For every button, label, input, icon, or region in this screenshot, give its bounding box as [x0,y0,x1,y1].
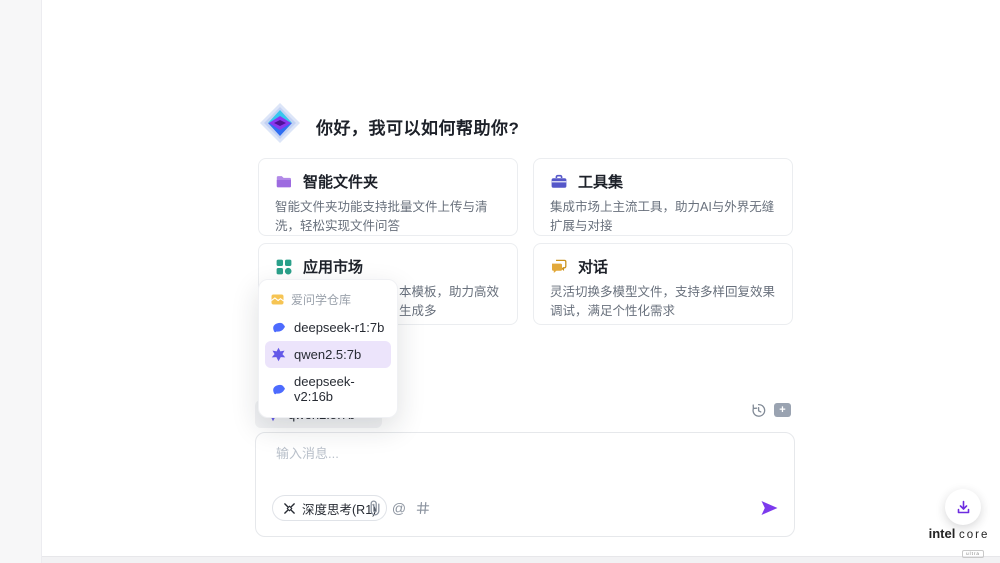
history-button[interactable] [749,401,767,419]
card-title: 对话 [578,256,608,277]
qwen-icon [271,347,286,362]
toolset-icon [550,173,568,191]
dropdown-item-deepseek-v2[interactable]: deepseek-v2:16b [265,368,391,410]
send-icon [760,499,779,517]
message-input[interactable] [276,446,756,461]
app-window: 你好，我可以如何帮助你? 智能文件夹 智能文件夹功能支持批量文件上传与清洗，轻松… [0,0,1000,563]
mention-button[interactable]: @ [390,499,408,517]
model-dropdown-header: 爱问学仓库 [265,287,391,314]
deep-think-icon [283,502,296,515]
message-composer: 深度思考(R1) @ [255,432,795,537]
core-wordmark: core [959,529,989,541]
plus-icon: + [779,405,785,416]
download-icon [955,499,972,516]
card-title: 智能文件夹 [303,171,378,192]
card-desc: 灵活切换多模型文件，支持多样回复效果调试，满足个性化需求 [550,283,776,322]
download-button[interactable] [945,489,981,525]
smart-folder-icon [275,173,293,191]
intel-wordmark: intel [929,526,956,541]
intel-badge: ultra [962,550,984,558]
card-dialog[interactable]: 对话 灵活切换多模型文件，支持多样回复效果调试，满足个性化需求 [533,243,793,325]
intel-core-logo: intel core ultra [928,527,990,560]
card-title: 应用市场 [303,256,363,277]
deepseek-icon [271,320,286,335]
repo-icon [271,294,284,305]
dropdown-item-label: qwen2.5:7b [294,347,361,362]
bottom-edge-strip [0,556,1000,563]
card-title: 工具集 [578,171,623,192]
dropdown-item-label: deepseek-r1:7b [294,320,384,335]
card-desc: 集成市场上主流工具，助力AI与外界无缝扩展与对接 [550,198,776,237]
deepseek-icon [271,382,286,397]
greeting-title: 你好，我可以如何帮助你? [316,114,519,139]
model-dropdown: 爱问学仓库 deepseek-r1:7b qwen2.5:7b [258,279,398,418]
hash-grid-icon [416,501,430,515]
paperclip-icon [368,500,382,516]
card-toolset[interactable]: 工具集 集成市场上主流工具，助力AI与外界无缝扩展与对接 [533,158,793,236]
dialog-icon [550,258,568,276]
app-market-icon [275,258,293,276]
greeting-logo-icon [258,101,302,145]
card-desc: 智能文件夹功能支持批量文件上传与清洗，轻松实现文件问答 [275,198,501,237]
at-icon: @ [392,500,406,516]
dropdown-item-label: deepseek-v2:16b [294,374,385,404]
sidebar [0,0,42,563]
topic-button[interactable] [414,499,432,517]
dropdown-item-deepseek-r1[interactable]: deepseek-r1:7b [265,314,391,341]
model-dropdown-header-label: 爱问学仓库 [291,291,351,308]
attach-file-button[interactable] [366,499,384,517]
dropdown-item-qwen[interactable]: qwen2.5:7b [265,341,391,368]
send-button[interactable] [758,497,780,519]
card-smart-folder[interactable]: 智能文件夹 智能文件夹功能支持批量文件上传与清洗，轻松实现文件问答 [258,158,518,236]
history-icon [750,402,767,419]
new-chat-button[interactable]: + [774,403,791,417]
